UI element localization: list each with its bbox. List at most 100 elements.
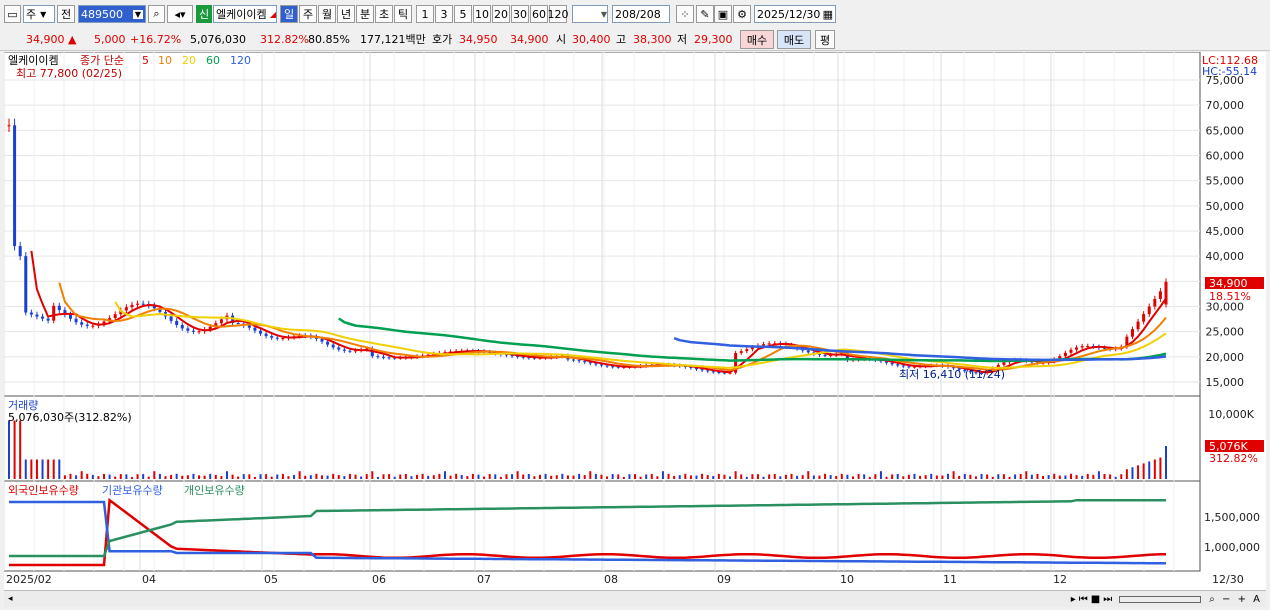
volume-bar <box>427 475 430 479</box>
volume-bar <box>276 474 279 479</box>
candle-body <box>320 338 324 342</box>
volume-bar <box>606 476 609 479</box>
volume-bar <box>259 474 262 479</box>
window-menu-icon[interactable]: ▭ <box>4 5 21 23</box>
candle-body <box>180 325 184 329</box>
candle-body <box>583 361 587 363</box>
volume-bar <box>706 475 709 479</box>
gear-icon[interactable]: ⚙ <box>733 5 751 23</box>
volume-bar <box>1053 473 1056 479</box>
search-icon[interactable]: ⌕ <box>148 5 165 23</box>
volume-bar <box>729 476 732 479</box>
candle-body <box>326 341 330 345</box>
candle-body <box>1153 298 1157 307</box>
zoom-controls-icon[interactable]: ⌕ − + A <box>1209 594 1262 605</box>
candle-body <box>236 322 240 324</box>
jeon-button[interactable]: 전 <box>57 5 75 23</box>
volume-bar <box>455 473 458 479</box>
minute-step-5[interactable]: 20 <box>492 5 510 23</box>
volume-bar <box>416 474 419 479</box>
volume-bar <box>63 475 66 479</box>
period-tab-7[interactable]: 틱 <box>394 5 412 23</box>
volume-bar <box>253 476 256 479</box>
playback-controls-icon[interactable]: ▸⏮■⏭ <box>1071 594 1115 605</box>
stock-code-input[interactable]: 489500 ▼ <box>78 5 146 23</box>
volume-bar <box>896 473 899 479</box>
volume-bar <box>1075 475 1078 479</box>
ma-label: 종가 단순 <box>80 54 124 67</box>
step-select[interactable]: ▼ <box>572 5 608 23</box>
stock-chart[interactable]: 75,00070,00065,00060,00055,00050,00045,0… <box>4 52 1266 607</box>
volume-bar <box>225 471 228 479</box>
candle-body <box>1136 321 1140 330</box>
count-field[interactable]: 208/208 <box>612 5 670 23</box>
candle-body <box>611 366 615 368</box>
stock-type-select[interactable]: 주 ▼ <box>23 5 55 23</box>
volume-bar <box>421 473 424 479</box>
minute-step-3[interactable]: 5 <box>454 5 472 23</box>
minute-step-4[interactable]: 10 <box>473 5 491 23</box>
holdings-legend-3: 개인보유수량 <box>184 484 245 497</box>
candle-body <box>24 256 28 313</box>
volume-bar <box>293 474 296 479</box>
low-label: 저 <box>677 33 688 46</box>
volume-bar <box>471 473 474 479</box>
candle-body <box>80 322 84 325</box>
pen-icon[interactable]: ✎ <box>696 5 714 23</box>
volume-bar <box>740 474 743 479</box>
volume-bar <box>198 475 201 479</box>
chart-scrollbar[interactable]: ◂ ▸⏮■⏭ ⌕ − + A <box>4 590 1266 607</box>
holdings-axis-tick: 1,500,000 <box>1204 511 1260 524</box>
candle-body <box>331 344 335 348</box>
minute-step-2[interactable]: 3 <box>435 5 453 23</box>
minute-step-6[interactable]: 30 <box>511 5 529 23</box>
candle-body <box>219 319 223 324</box>
volume-bar <box>667 473 670 479</box>
minute-step-8[interactable]: 120 <box>548 5 569 23</box>
period-tab-5[interactable]: 분 <box>356 5 374 23</box>
volume-bar <box>164 476 167 479</box>
eval-button[interactable]: 평 <box>815 30 835 49</box>
speaker-icon[interactable]: ◂▾ <box>167 5 193 23</box>
volume-bar <box>203 475 206 479</box>
sell-button[interactable]: 매도 <box>777 30 811 49</box>
turnover: 80.85% <box>308 32 350 46</box>
volume-bar <box>516 471 519 479</box>
volume-bar <box>550 475 553 479</box>
ask-price-1: 34,950 <box>459 32 498 46</box>
volume-bar <box>86 473 89 479</box>
candle-body <box>767 343 771 345</box>
volume-bar <box>779 476 782 479</box>
stock-name-field[interactable]: 엘케이이켐 ◢ <box>213 5 277 23</box>
volume-bar <box>488 474 491 479</box>
period-tab-1[interactable]: 일 <box>280 5 298 23</box>
scroll-left-icon[interactable]: ◂ <box>8 594 13 604</box>
volume-bar <box>103 473 106 479</box>
volume-bar <box>483 476 486 479</box>
volume-bar <box>309 475 312 479</box>
volume-bar <box>645 474 648 479</box>
candle-body <box>124 307 128 311</box>
date-input[interactable]: 2025/12/30 ▦ <box>754 5 836 23</box>
volume-bar <box>796 475 799 479</box>
period-tabs: 일주월년분초틱 <box>280 5 413 23</box>
volume-bar <box>75 475 78 479</box>
save-icon[interactable]: ▣ <box>714 5 732 23</box>
candle-body <box>901 365 905 367</box>
low-price: 29,300 <box>694 32 733 46</box>
period-tab-4[interactable]: 년 <box>337 5 355 23</box>
buy-button[interactable]: 매수 <box>740 30 774 49</box>
period-tab-3[interactable]: 월 <box>318 5 336 23</box>
volume-bar <box>578 473 581 479</box>
overlay-icon[interactable]: ⁘ <box>676 5 694 23</box>
candle-body <box>342 349 346 351</box>
volume-bar <box>745 476 748 479</box>
zoom-slider[interactable] <box>1119 595 1202 603</box>
volume-bar <box>773 473 776 479</box>
minute-step-1[interactable]: 1 <box>416 5 434 23</box>
period-tab-2[interactable]: 주 <box>299 5 317 23</box>
candle-body <box>275 337 279 339</box>
period-tab-6[interactable]: 초 <box>375 5 393 23</box>
minute-step-7[interactable]: 60 <box>530 5 548 23</box>
holdings-axis-tick: 1,000,000 <box>1204 541 1260 554</box>
